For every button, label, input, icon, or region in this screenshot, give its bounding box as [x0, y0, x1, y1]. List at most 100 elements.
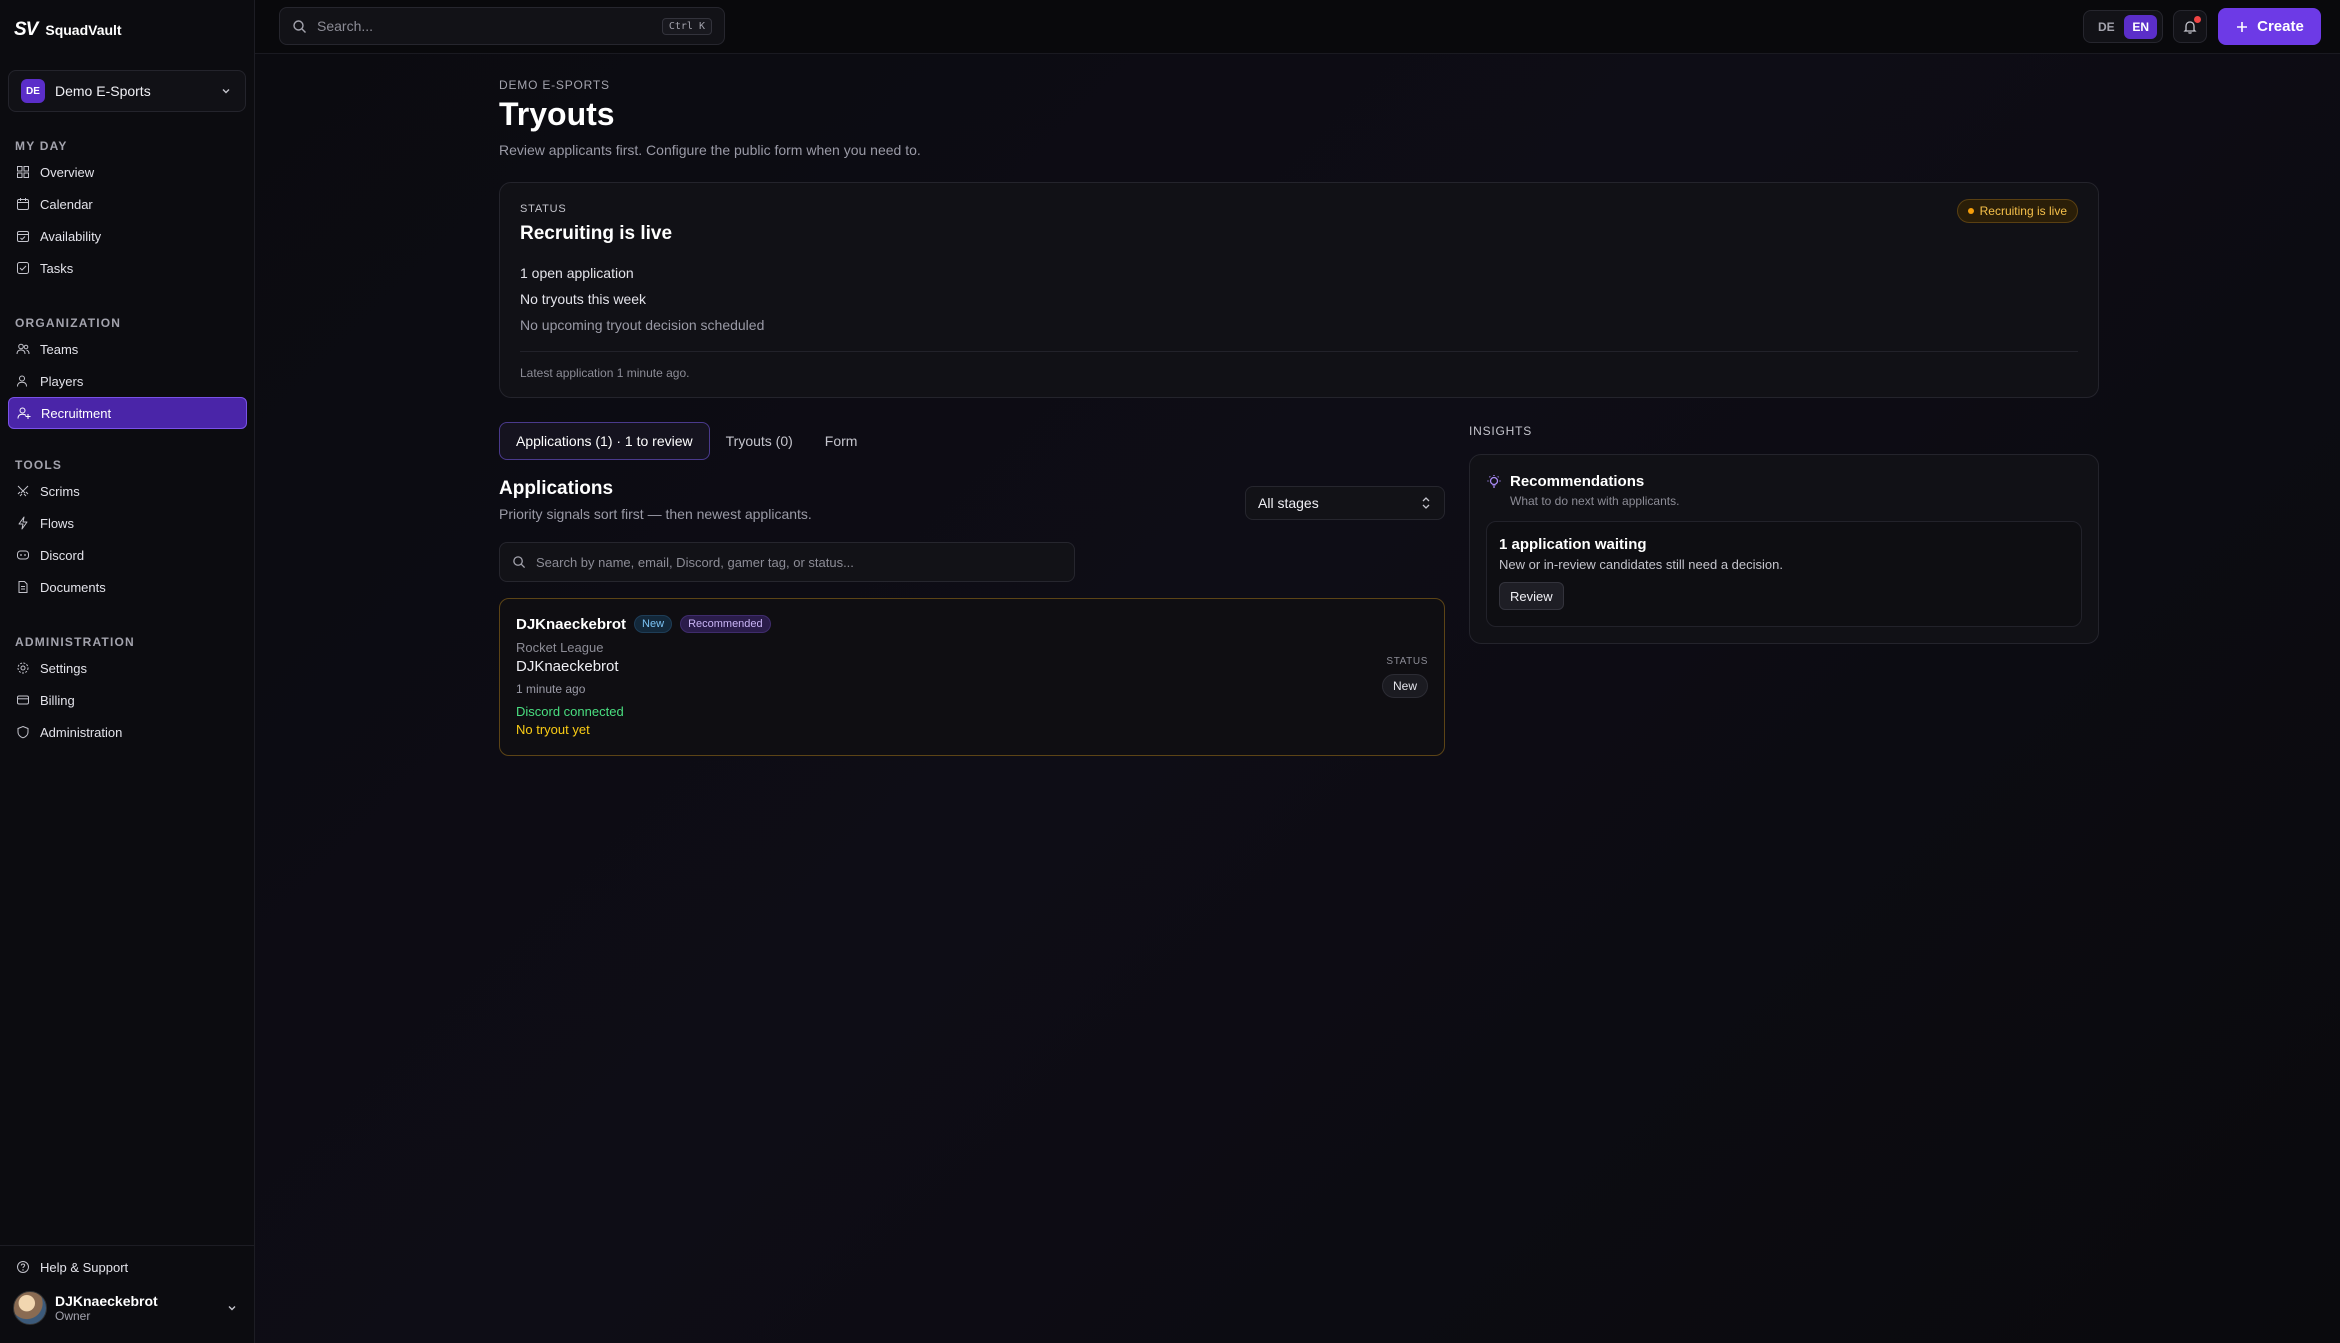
sidebar-item-label: Scrims — [40, 483, 80, 499]
application-card[interactable]: DJKnaeckebrot New Recommended Rocket Lea… — [499, 598, 1445, 756]
status-badge-label: Recruiting is live — [1979, 204, 2067, 218]
nav-section-organization: ORGANIZATION Teams Players Recruitment — [0, 313, 255, 429]
sidebar-item-label: Documents — [40, 579, 106, 595]
search-icon — [293, 19, 306, 33]
help-support-label: Help & Support — [40, 1259, 129, 1275]
topbar: Search... Ctrl K DE EN Create — [255, 0, 2340, 54]
sidebar-item-players[interactable]: Players — [8, 365, 247, 397]
sidebar-item-label: Billing — [40, 692, 75, 708]
search-icon — [513, 556, 526, 569]
tryout-status: No tryout yet — [516, 722, 590, 737]
tab-tryouts[interactable]: Tryouts (0) — [710, 422, 809, 460]
insights-label: INSIGHTS — [1469, 424, 1533, 438]
badge-new: New — [634, 615, 673, 633]
sidebar-item-availability[interactable]: Availability — [8, 220, 247, 252]
nav-section-title: TOOLS — [15, 458, 63, 472]
help-support-link[interactable]: Help & Support — [0, 1252, 255, 1282]
chevron-down-icon — [219, 84, 233, 98]
sidebar-item-label: Calendar — [40, 196, 93, 212]
zap-icon — [18, 516, 28, 530]
sidebar-item-overview[interactable]: Overview — [8, 156, 247, 188]
global-search[interactable]: Search... Ctrl K — [279, 7, 725, 45]
review-button[interactable]: Review — [1499, 582, 1564, 610]
status-footer: Latest application 1 minute ago. — [520, 366, 690, 380]
shield-icon — [17, 725, 29, 739]
insights-card: Recommendations What to do next with app… — [1469, 454, 2099, 644]
sidebar-item-discord[interactable]: Discord — [8, 539, 247, 571]
lang-en-button[interactable]: EN — [2124, 14, 2157, 39]
page-subtitle: Review applicants first. Configure the p… — [499, 142, 921, 158]
applicant-name[interactable]: DJKnaeckebrot — [516, 616, 626, 633]
sidebar-item-documents[interactable]: Documents — [8, 571, 247, 603]
notifications-button[interactable] — [2173, 10, 2207, 43]
divider — [520, 351, 2078, 352]
sidebar-item-label: Availability — [40, 228, 102, 244]
help-circle-icon — [17, 1261, 29, 1273]
org-name: Demo E-Sports — [55, 83, 151, 99]
document-icon — [18, 581, 28, 593]
applicant-time: 1 minute ago — [516, 682, 586, 696]
tab-form[interactable]: Form — [809, 422, 874, 460]
credit-card-icon — [17, 695, 29, 705]
sidebar-item-label: Settings — [40, 660, 87, 676]
user-plus-icon — [17, 407, 31, 419]
status-badge: Recruiting is live — [1956, 199, 2078, 223]
nav-section-my-day: MY DAY Overview Calendar Availability Ta… — [0, 136, 255, 284]
chevron-up-down-icon — [1422, 497, 1430, 509]
status-badge: New — [1381, 674, 1428, 698]
org-badge: DE — [21, 79, 45, 103]
sidebar-item-label: Tasks — [40, 260, 74, 276]
sidebar-footer: Help & Support DJKnaeckebrot Owner — [0, 1245, 255, 1330]
sidebar-item-flows[interactable]: Flows — [8, 507, 247, 539]
user-menu[interactable]: DJKnaeckebrot Owner — [0, 1286, 255, 1330]
shortcut-hint: Ctrl K — [661, 17, 712, 35]
user-role: Owner — [55, 1309, 91, 1323]
brand[interactable]: SV SquadVault — [14, 18, 122, 42]
sidebar-item-label: Recruitment — [41, 405, 112, 421]
status-label: STATUS — [520, 203, 567, 215]
applications-title: Applications — [499, 478, 614, 499]
applications-subtitle: Priority signals sort first — then newes… — [499, 506, 812, 522]
sidebar-item-scrims[interactable]: Scrims — [8, 475, 247, 507]
sidebar-item-calendar[interactable]: Calendar — [8, 188, 247, 220]
gear-icon — [17, 662, 29, 674]
badge-recommended: Recommended — [680, 615, 771, 633]
sidebar-item-tasks[interactable]: Tasks — [8, 252, 247, 284]
notification-dot — [2194, 16, 2201, 23]
sidebar-item-teams[interactable]: Teams — [8, 333, 247, 365]
chevron-down-icon — [225, 1301, 239, 1315]
page-title: Tryouts — [499, 96, 615, 132]
sidebar-item-label: Flows — [40, 515, 74, 531]
calendar-check-icon — [17, 231, 29, 242]
stage-select[interactable]: All stages — [1245, 486, 1445, 520]
breadcrumb: DEMO E-SPORTS — [499, 78, 610, 92]
discord-status: Discord connected — [516, 704, 624, 719]
nav-section-title: ADMINISTRATION — [15, 635, 135, 649]
user-name: DJKnaeckebrot — [55, 1293, 158, 1309]
discord-icon — [17, 550, 29, 560]
users-icon — [16, 343, 30, 355]
sidebar-item-settings[interactable]: Settings — [8, 652, 247, 684]
swords-icon — [17, 485, 29, 497]
brand-logo: SV — [14, 19, 38, 40]
nav-section-tools: TOOLS Scrims Flows Discord Documents — [0, 455, 255, 603]
tabs: Applications (1) · 1 to review Tryouts (… — [499, 422, 873, 460]
tab-applications[interactable]: Applications (1) · 1 to review — [499, 422, 710, 460]
lang-de-button[interactable]: DE — [2098, 20, 2115, 34]
application-search-input[interactable] — [536, 554, 1062, 570]
search-input[interactable]: Search... — [317, 18, 652, 34]
sidebar-item-recruitment[interactable]: Recruitment — [8, 397, 247, 429]
lightbulb-icon — [1487, 475, 1501, 488]
sidebar-item-label: Overview — [40, 164, 95, 180]
status-card: STATUS Recruiting is live Recruiting is … — [499, 182, 2099, 398]
status-label: STATUS — [1386, 656, 1428, 667]
create-button[interactable]: Create — [2218, 8, 2321, 45]
sidebar-item-administration[interactable]: Administration — [8, 716, 247, 748]
status-line: No tryouts this week — [520, 291, 647, 307]
live-dot-icon — [1967, 208, 1974, 214]
sidebar-item-billing[interactable]: Billing — [8, 684, 247, 716]
checkbox-icon — [17, 262, 29, 274]
user-icon — [17, 375, 27, 387]
org-switcher[interactable]: DE Demo E-Sports — [8, 70, 246, 112]
recommendations-header: Recommendations What to do next with app… — [1486, 473, 1679, 508]
